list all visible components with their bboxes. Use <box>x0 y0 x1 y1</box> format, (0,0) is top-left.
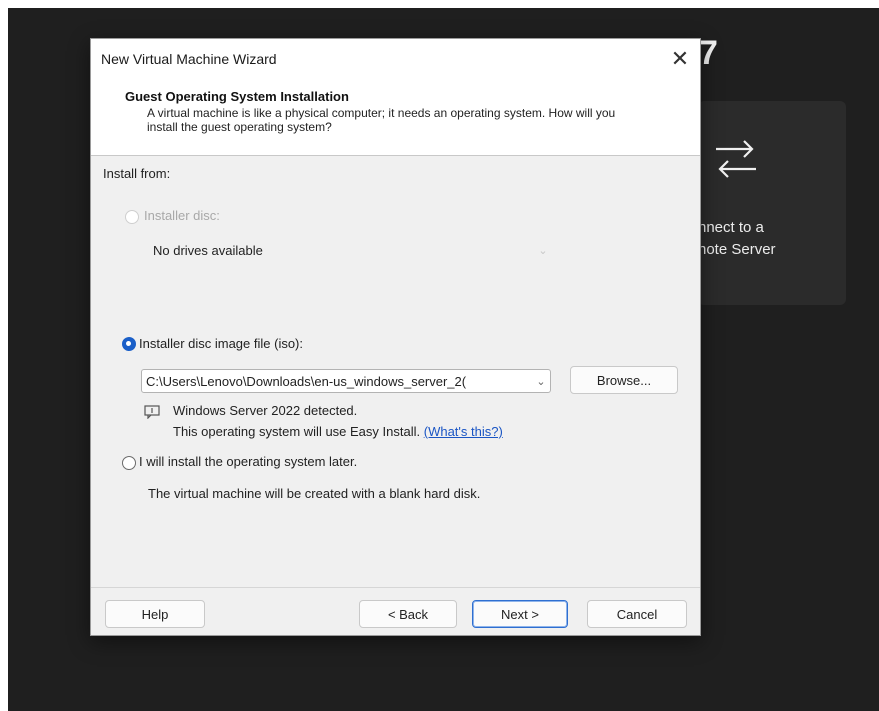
easy-install-text: This operating system will use Easy Inst… <box>173 424 503 439</box>
whats-this-link[interactable]: (What's this?) <box>424 424 503 439</box>
iso-file-radio[interactable] <box>122 337 136 351</box>
close-button[interactable]: ✕ <box>660 39 700 79</box>
background-title-fragment: 7 <box>699 34 718 72</box>
back-button[interactable]: < Back <box>359 600 457 628</box>
header-description: A virtual machine is like a physical com… <box>147 106 616 134</box>
new-vm-wizard-dialog: New Virtual Machine Wizard ✕ Guest Opera… <box>90 38 701 636</box>
installer-disc-radio[interactable] <box>125 210 139 224</box>
iso-path-combobox[interactable]: C:\Users\Lenovo\Downloads\en-us_windows_… <box>141 369 551 393</box>
iso-file-label: Installer disc image file (iso): <box>139 336 303 351</box>
chevron-down-icon: ⌄ <box>538 244 548 257</box>
help-button[interactable]: Help <box>105 600 205 628</box>
chevron-down-icon: ⌄ <box>536 375 546 388</box>
install-from-label: Install from: <box>103 166 171 181</box>
dialog-title: New Virtual Machine Wizard <box>101 51 277 67</box>
titlebar: New Virtual Machine Wizard ✕ <box>91 39 700 79</box>
install-later-description: The virtual machine will be created with… <box>148 486 481 501</box>
install-later-label: I will install the operating system late… <box>139 454 358 469</box>
installer-disc-label: Installer disc: <box>144 208 220 223</box>
info-icon <box>144 405 160 419</box>
browse-button[interactable]: Browse... <box>570 366 678 394</box>
card-label: nnect to a note Server <box>698 219 776 258</box>
install-later-radio[interactable] <box>122 456 136 470</box>
connect-remote-server-card[interactable]: nnect to a note Server <box>698 101 846 305</box>
header-title: Guest Operating System Installation <box>125 89 349 104</box>
wizard-header: Guest Operating System Installation A vi… <box>91 79 700 156</box>
footer-divider <box>91 587 700 588</box>
iso-path-value: C:\Users\Lenovo\Downloads\en-us_windows_… <box>146 373 467 389</box>
next-button[interactable]: Next > <box>472 600 568 628</box>
connect-arrows-icon <box>716 140 756 178</box>
disc-drive-value: No drives available <box>153 242 263 258</box>
os-detected-text: Windows Server 2022 detected. <box>173 403 358 418</box>
cancel-button[interactable]: Cancel <box>587 600 687 628</box>
disc-drive-dropdown[interactable]: No drives available ⌄ <box>145 238 552 262</box>
